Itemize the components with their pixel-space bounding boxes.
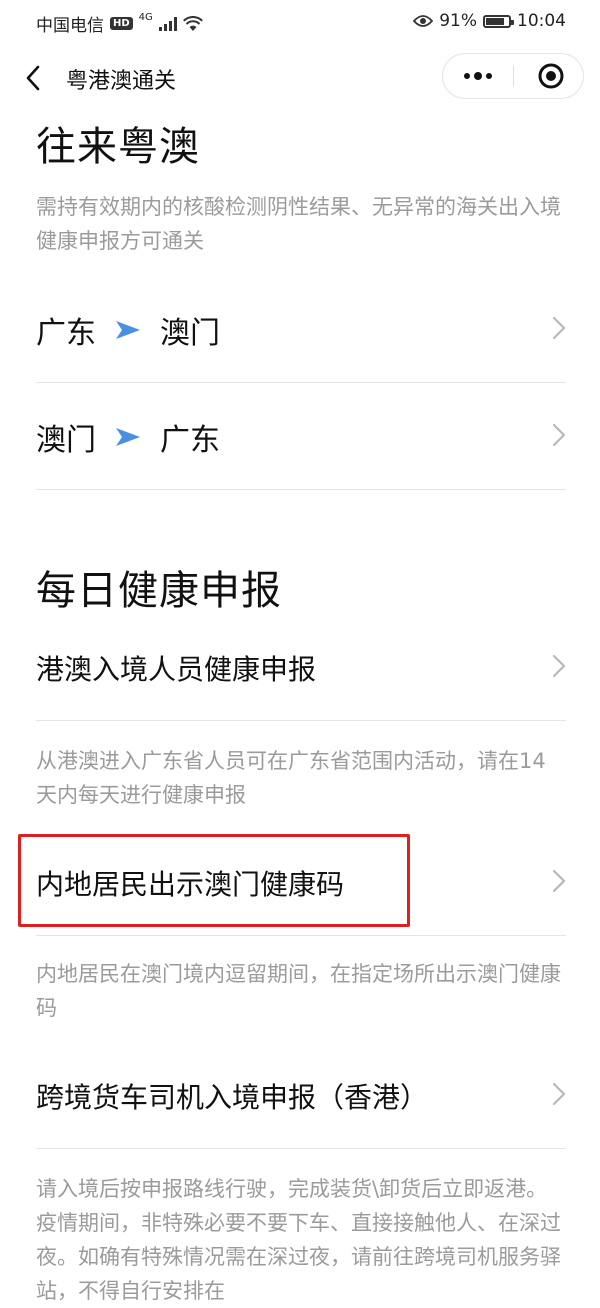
network-type: 4G — [138, 12, 153, 23]
health-item-hkmo-entry-declaration[interactable]: 港澳入境人员健康申报 — [36, 636, 566, 696]
chevron-right-icon — [552, 869, 566, 893]
health-item-macau-health-code[interactable]: 内地居民出示澳门健康码 — [36, 851, 566, 911]
status-left: 中国电信 HD 4G — [36, 11, 203, 36]
battery-percent: 91% — [439, 11, 477, 31]
health-item-label: 港澳入境人员健康申报 — [36, 653, 317, 686]
divider — [36, 1148, 566, 1149]
mini-program-capsule — [442, 53, 584, 99]
clock: 10:04 — [517, 11, 566, 31]
divider — [36, 720, 566, 721]
section-title-travel: 往来粤澳 — [36, 124, 200, 170]
route-row-guangdong-macau[interactable]: 广东 澳门 — [36, 298, 566, 358]
status-bar: 中国电信 HD 4G 91% 10:04 — [0, 0, 600, 44]
close-mini-program-icon[interactable] — [514, 54, 584, 98]
section-title-health: 每日健康申报 — [36, 568, 282, 614]
more-icon[interactable] — [443, 54, 513, 98]
route-to: 广东 — [160, 423, 220, 458]
status-right: 91% 10:04 — [413, 11, 566, 31]
route-from: 澳门 — [36, 423, 96, 458]
route-row-macau-guangdong[interactable]: 澳门 广东 — [36, 405, 566, 465]
chevron-right-icon — [552, 1082, 566, 1106]
health-item-desc: 内地居民在澳门境内逗留期间，在指定场所出示澳门健康码 — [36, 962, 561, 1020]
nav-bar: 粤港澳通关 — [0, 48, 600, 108]
route-label: 广东 澳门 — [36, 308, 220, 352]
wifi-icon — [182, 15, 203, 31]
route-to: 澳门 — [160, 316, 220, 351]
route-label: 澳门 广东 — [36, 415, 220, 459]
eye-icon — [413, 15, 434, 27]
chevron-right-icon — [552, 316, 566, 340]
back-arrow-icon[interactable] — [20, 62, 48, 94]
signal-icon — [158, 16, 177, 31]
divider — [36, 382, 566, 383]
page-title: 粤港澳通关 — [66, 69, 177, 94]
divider — [36, 935, 566, 936]
arrow-right-icon — [116, 321, 140, 339]
health-item-desc: 从港澳进入广东省人员可在广东省范围内活动，请在14天内每天进行健康申报 — [36, 749, 546, 807]
section-desc-travel: 需持有效期内的核酸检测阴性结果、无异常的海关出入境健康申报方可通关 — [36, 195, 561, 253]
hd-badge: HD — [110, 17, 133, 30]
carrier-name: 中国电信 — [36, 16, 104, 36]
chevron-right-icon — [552, 423, 566, 447]
health-item-label: 内地居民出示澳门健康码 — [36, 868, 345, 901]
health-item-label: 跨境货车司机入境申报（香港） — [36, 1081, 429, 1114]
battery-icon — [483, 14, 514, 28]
health-item-desc: 请入境后按申报路线行驶，完成装货\卸货后立即返港。疫情期间，非特殊必要不要下车、… — [36, 1177, 561, 1303]
chevron-right-icon — [552, 654, 566, 678]
health-item-cross-border-truck-driver[interactable]: 跨境货车司机入境申报（香港） — [36, 1064, 566, 1124]
arrow-right-icon — [116, 428, 140, 446]
route-from: 广东 — [36, 316, 96, 351]
divider — [36, 489, 566, 490]
